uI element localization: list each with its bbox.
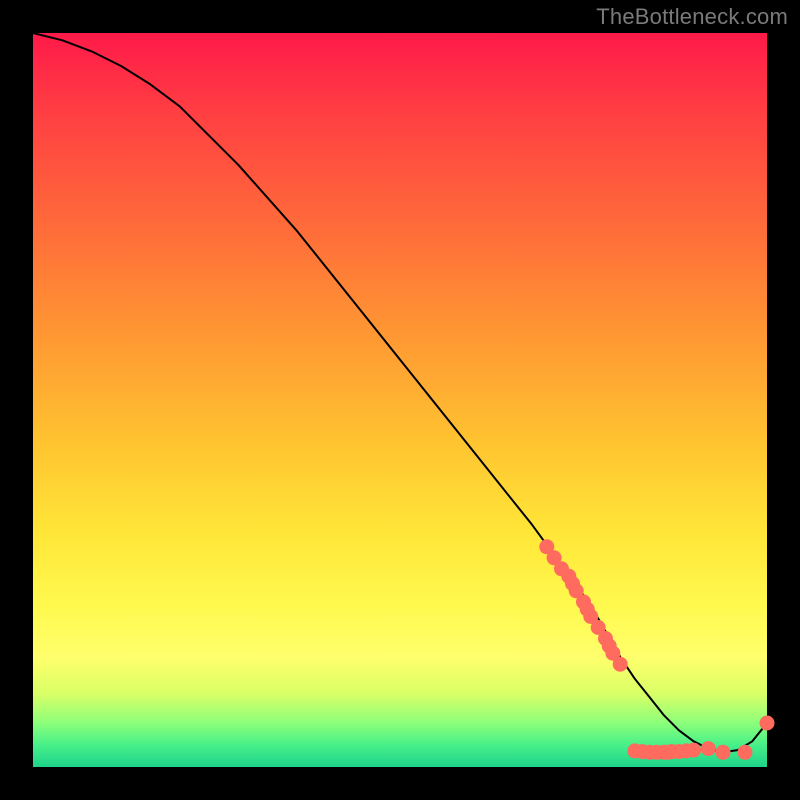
chart-svg xyxy=(33,33,767,767)
plot-area xyxy=(33,33,767,767)
data-point xyxy=(738,745,752,759)
bottleneck-curve xyxy=(33,33,767,752)
data-point xyxy=(716,745,730,759)
data-point xyxy=(687,743,701,757)
data-point xyxy=(613,657,627,671)
watermark-text: TheBottleneck.com xyxy=(596,4,788,30)
chart-frame: TheBottleneck.com xyxy=(0,0,800,800)
scatter-dots xyxy=(540,540,774,760)
data-point xyxy=(701,742,715,756)
data-point xyxy=(760,716,774,730)
